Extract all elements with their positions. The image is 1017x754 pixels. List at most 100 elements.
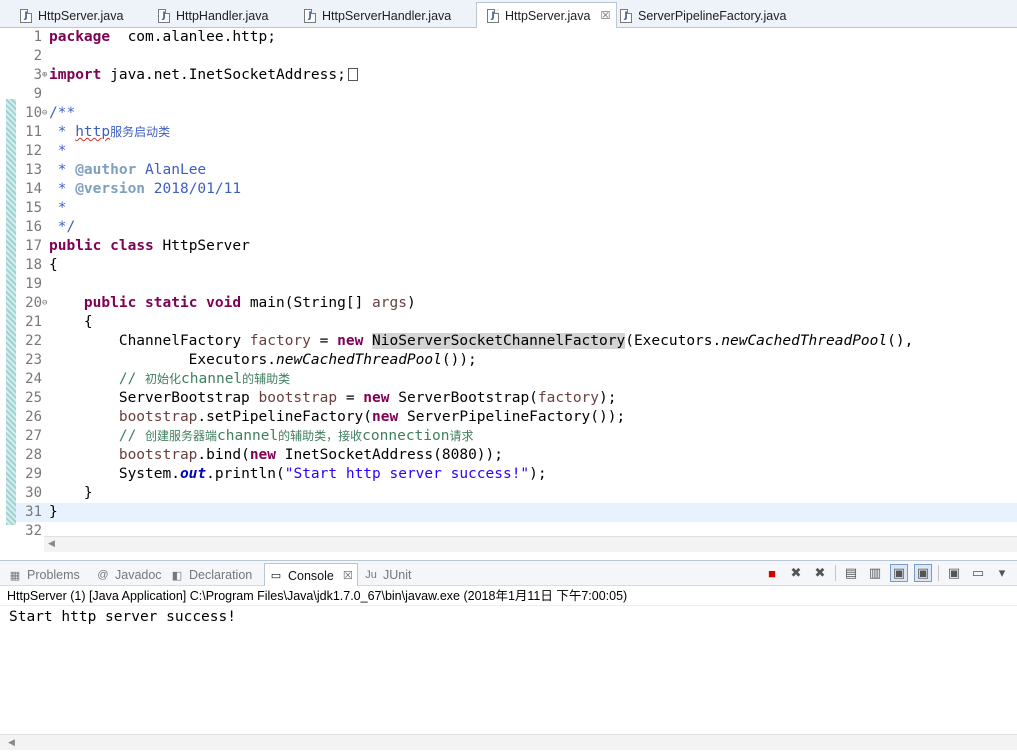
line-number: 29	[25, 466, 42, 482]
code-text: * @author AlanLee	[49, 162, 207, 178]
show-on-stdout-icon[interactable]: ▣	[890, 564, 908, 582]
declaration-icon: ◧	[171, 569, 183, 582]
code-text: {	[49, 314, 93, 330]
line-number: 27	[25, 428, 42, 444]
problems-icon: ▦	[9, 569, 21, 582]
line-number: 30	[25, 485, 42, 501]
code-line[interactable]: 26 bootstrap.setPipelineFactory(new Serv…	[16, 408, 1017, 427]
code-line[interactable]: 20 ⊖ public static void main(String[] arg…	[16, 294, 1017, 313]
code-line[interactable]: 11 * http服务启动类	[16, 123, 1017, 142]
javadoc-icon: @	[97, 569, 109, 581]
code-line[interactable]: 25 ServerBootstrap bootstrap = new Serve…	[16, 389, 1017, 408]
code-text: public class HttpServer	[49, 238, 250, 254]
line-number: 24	[25, 371, 42, 387]
code-line[interactable]: 10 ⊖/**	[16, 104, 1017, 123]
code-text: bootstrap.bind(new InetSocketAddress(808…	[118, 447, 503, 463]
code-text: System.out.println("Start http server su…	[49, 466, 547, 482]
remove-all-terminated-icon[interactable]: ✖	[811, 564, 829, 582]
code-text: public static void main(String[] args)	[83, 295, 416, 311]
code-line[interactable]: 18 {	[16, 256, 1017, 275]
view-menu-icon[interactable]: ▾	[993, 564, 1011, 582]
toolbar-separator	[938, 565, 939, 581]
view-tab-junit[interactable]: Ju JUnit	[364, 565, 411, 585]
code-line[interactable]: 14 * @version 2018/01/11	[16, 180, 1017, 199]
code-line[interactable]: 24 // 初始化channel的辅助类	[16, 370, 1017, 389]
editor-tab[interactable]: J HttpServerHandler.java	[294, 3, 457, 28]
line-number: 13	[25, 162, 42, 178]
overview-ruler	[6, 28, 16, 536]
line-number: 32	[25, 523, 42, 539]
code-line[interactable]: 23 Executors.newCachedThreadPool());	[16, 351, 1017, 370]
editor-tab[interactable]: J HttpServer.java	[10, 3, 129, 28]
code-line[interactable]: 28 bootstrap.bind(new InetSocketAddress(…	[16, 446, 1017, 465]
code-line[interactable]: 22 ChannelFactory factory = new NioServe…	[16, 332, 1017, 351]
code-line[interactable]: 30 }	[16, 484, 1017, 503]
folded-imports-icon[interactable]	[347, 68, 358, 81]
view-tab-label: Declaration	[189, 568, 253, 582]
code-line[interactable]: 29 System.out.println("Start http server…	[16, 465, 1017, 484]
line-number: 9	[33, 86, 42, 102]
code-line[interactable]: 19	[16, 275, 1017, 294]
scroll-left-icon[interactable]: ◀	[48, 538, 55, 549]
line-number: 28	[25, 447, 42, 463]
line-number: 22	[25, 333, 42, 349]
line-number: 19	[25, 276, 42, 292]
code-line[interactable]: 12 *	[16, 142, 1017, 161]
view-tab-label: Problems	[27, 568, 80, 582]
line-number: 11	[25, 124, 42, 140]
editor-tab[interactable]: J HttpServer.java ☒	[476, 2, 618, 29]
close-view-icon[interactable]: ☒	[343, 569, 353, 582]
code-line[interactable]: 13 * @author AlanLee	[16, 161, 1017, 180]
code-line[interactable]: 1 package com.alanlee.http;	[16, 28, 1017, 47]
console-output[interactable]: Start http server success!	[0, 606, 1017, 734]
console-horizontal-scrollbar[interactable]: ◀	[0, 734, 1017, 750]
code-line[interactable]: 15 *	[16, 199, 1017, 218]
code-line[interactable]: 27 // 创建服务器端channel的辅助类，接收connection请求	[16, 427, 1017, 446]
code-line[interactable]: 21 {	[16, 313, 1017, 332]
view-tab-javadoc[interactable]: @ Javadoc	[96, 565, 161, 585]
code-text: // 初始化channel的辅助类	[49, 371, 291, 387]
code-line[interactable]: 31}	[16, 503, 1017, 522]
code-line[interactable]: 16 */	[16, 218, 1017, 237]
scroll-lock-icon[interactable]: ▥	[866, 564, 884, 582]
pin-console-icon[interactable]: ▣	[945, 564, 963, 582]
code-text: Executors.newCachedThreadPool());	[49, 352, 477, 368]
java-file-icon: J	[620, 8, 632, 23]
code-text: {	[49, 257, 58, 273]
line-number: 31	[25, 504, 42, 520]
line-number: 2	[33, 48, 42, 64]
console-icon: ▭	[270, 570, 282, 582]
editor-tab-bar: J HttpServer.java J HttpHandler.java J HttpSe…	[0, 0, 1017, 29]
line-number: 12	[25, 143, 42, 159]
scroll-left-icon[interactable]: ◀	[8, 737, 15, 748]
clear-console-icon[interactable]: ▤	[842, 564, 860, 582]
show-on-stderr-icon[interactable]: ▣	[914, 564, 932, 582]
editor-tab[interactable]: J ServerPipelineFactory.java	[610, 3, 792, 28]
view-tab-declaration[interactable]: ◧ Declaration	[170, 565, 252, 585]
console-toolbar: ■ ✖ ✖ ▤ ▥ ▣ ▣ ▣ ▭ ▾	[763, 563, 1017, 583]
code-text: *	[49, 200, 67, 216]
code-text: ServerBootstrap bootstrap = new ServerBo…	[49, 390, 617, 406]
view-tab-console[interactable]: ▭ Console ☒	[264, 563, 358, 587]
java-file-icon: J	[158, 8, 170, 23]
line-number: 26	[25, 409, 42, 425]
editor-tab[interactable]: J HttpHandler.java	[148, 3, 274, 28]
code-line[interactable]: 3 ⊕ import java.net.InetSocketAddress;	[16, 66, 1017, 85]
code-line[interactable]: 2	[16, 47, 1017, 66]
line-number: 18	[25, 257, 42, 273]
remove-launch-icon[interactable]: ✖	[787, 564, 805, 582]
line-number: 14	[25, 181, 42, 197]
view-tab-problems[interactable]: ▦ Problems	[8, 565, 80, 585]
code-line[interactable]: 17 public class HttpServer	[16, 237, 1017, 256]
code-text: * @version 2018/01/11	[49, 181, 242, 197]
editor-horizontal-scrollbar[interactable]: ◀	[44, 536, 1017, 552]
code-line[interactable]: 9	[16, 85, 1017, 104]
close-tab-icon[interactable]: ☒	[600, 9, 610, 22]
display-console-icon[interactable]: ▭	[969, 564, 987, 582]
code-editor[interactable]: 1 package com.alanlee.http; 2 3 ⊕ import java…	[6, 28, 1017, 539]
line-number: 25	[25, 390, 42, 406]
editor-tab-label: HttpServerHandler.java	[322, 8, 452, 23]
bracket-scope-marker	[6, 99, 16, 525]
java-file-icon: J	[487, 8, 499, 23]
terminate-icon[interactable]: ■	[763, 564, 781, 582]
